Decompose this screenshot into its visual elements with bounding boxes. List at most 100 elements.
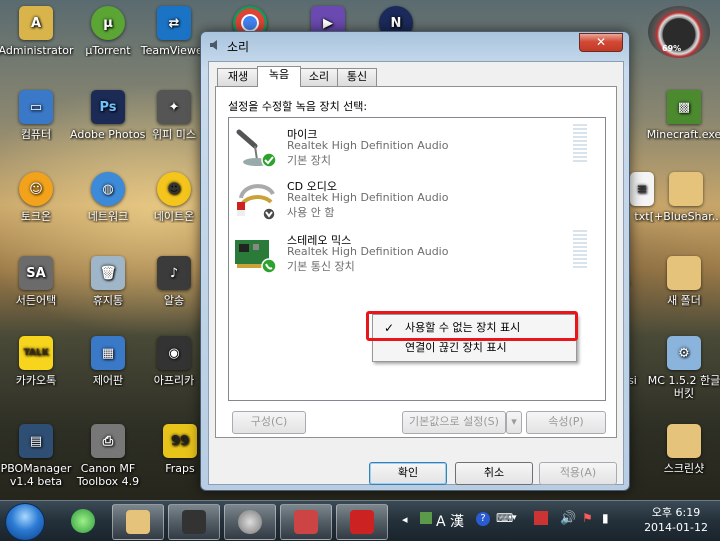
taskbar-app-afreeca[interactable] (168, 504, 220, 540)
device-status: 기본 장치 (287, 154, 331, 167)
close-button[interactable]: ✕ (579, 33, 623, 52)
device-driver: Realtek High Definition Audio (287, 139, 449, 152)
minecraft-icon: ▩ (667, 90, 701, 124)
help-icon[interactable]: ? (476, 512, 490, 526)
tray-app-icon[interactable] (420, 512, 432, 524)
tab-communications[interactable]: 통신 (337, 68, 377, 86)
fraps-icon: 99 (163, 424, 197, 458)
menu-item-show-disconnected[interactable]: 연결이 끊긴 장치 표시 (375, 338, 572, 358)
sound-card-icon (235, 240, 277, 274)
network-icon[interactable]: ▮ (602, 511, 609, 525)
folder-icon (126, 510, 150, 534)
tab-recording[interactable]: 녹음 (257, 66, 301, 87)
tab-sounds[interactable]: 소리 (299, 68, 339, 86)
sound-dialog: 소리 ✕ 재생 녹음 소리 통신 설정을 수정할 녹음 장치 선택: 마이크 R… (200, 31, 630, 491)
folder-icon (667, 424, 701, 458)
ime-options-icon[interactable]: ▾ (512, 513, 517, 523)
desktop-icon-kakaotalk[interactable]: TALK 카카오톡 (0, 336, 74, 387)
desktop-icon-network[interactable]: ◍ 네트워크 (70, 172, 146, 223)
recording-panel: 설정을 수정할 녹음 장치 선택: 마이크 Realtek High Defin… (215, 86, 617, 438)
scissors-icon (294, 510, 318, 534)
device-status: 사용 안 함 (287, 206, 335, 219)
utorrent-icon: µ (91, 6, 125, 40)
pbomanager-icon: ▤ (19, 424, 53, 458)
desktop-icon-computer[interactable]: ▭ 컴퓨터 (0, 90, 74, 141)
brush-icon (350, 510, 374, 534)
dialog-client: 재생 녹음 소리 통신 설정을 수정할 녹음 장치 선택: 마이크 Realte… (208, 61, 624, 485)
clock-date: 2014-01-12 (644, 521, 708, 534)
tab-playback[interactable]: 재생 (217, 68, 259, 86)
configure-button[interactable]: 구성(C) (232, 411, 306, 434)
desktop-icon-mc152[interactable]: ⚙ MC 1.5.2 한글버킷 (646, 336, 720, 400)
microphone-icon (236, 129, 277, 168)
title-bar[interactable]: 소리 ✕ (201, 32, 629, 58)
speaker-icon (238, 510, 262, 534)
computer-icon: ▭ (19, 90, 53, 124)
desktop-icon-talkon[interactable]: ☺ 토크온 (0, 172, 74, 223)
control-panel-icon: ▦ (91, 336, 125, 370)
close-icon: ✕ (595, 35, 607, 49)
device-microphone[interactable]: 마이크 Realtek High Definition Audio 기본 장치 (233, 124, 593, 174)
level-meter (573, 124, 587, 164)
speaker-icon (210, 40, 217, 50)
device-driver: Realtek High Definition Audio (287, 191, 449, 204)
desktop-icon-pbomanager[interactable]: ▤ PBOManager v1.4 beta (0, 424, 74, 488)
desktop-icon-utorrent[interactable]: µ µTorrent (70, 6, 146, 57)
chevron-down-icon: ▾ (511, 415, 517, 428)
desktop-icon-photoshop[interactable]: PsAdobe Photosho... (70, 90, 146, 141)
start-button[interactable] (5, 503, 45, 541)
alsong-icon: ♪ (157, 256, 191, 290)
taskbar-app-snipping[interactable] (280, 504, 332, 540)
desktop-icon-new-folder[interactable]: 새 폴더 (646, 256, 720, 307)
cpu-gauge-gadget[interactable]: 69% (648, 6, 710, 58)
clock-time: 오후 6:19 (651, 506, 701, 519)
afreeca-icon (182, 510, 206, 534)
nateon-icon: ☻ (157, 172, 191, 206)
afreeca-icon: ◉ (157, 336, 191, 370)
set-default-button[interactable]: 기본값으로 설정(S) (402, 411, 506, 434)
desktop-icon-blueshare[interactable]: [+BlueShar... (648, 172, 720, 223)
recycle-bin-icon: 🗑 (91, 256, 125, 290)
level-meter (573, 230, 587, 270)
taskbar-app-explorer[interactable] (112, 504, 164, 540)
desktop-icon-canon-toolbox[interactable]: ⎙ Canon MF Toolbox 4.9 (70, 424, 146, 488)
user-folder-icon: A (19, 6, 53, 40)
volume-icon[interactable]: 🔊 (560, 511, 576, 526)
desktop-icon-recycle-bin[interactable]: 🗑 휴지통 (70, 256, 146, 307)
apply-button[interactable]: 적용(A) (539, 462, 617, 485)
taskbar-app-messenger[interactable] (58, 504, 108, 538)
cancel-button[interactable]: 취소 (455, 462, 533, 485)
desktop-icon-suddenattack[interactable]: SA 서든어택 (0, 256, 74, 307)
device-stereo-mix[interactable]: 스테레오 믹스 Realtek High Definition Audio 기본… (233, 230, 593, 280)
dialog-title: 소리 (227, 40, 250, 54)
device-driver: Realtek High Definition Audio (287, 245, 449, 258)
tray-paint-icon[interactable] (534, 511, 548, 525)
tray-expand-icon[interactable]: ◂ (402, 513, 408, 526)
network-globe-icon: ◍ (91, 172, 125, 206)
clock[interactable]: 오후 6:19 2014-01-12 (644, 505, 708, 535)
device-status: 기본 통신 장치 (287, 260, 355, 273)
set-default-dropdown[interactable]: ▾ (506, 411, 522, 434)
highlight-box (366, 311, 578, 341)
suddenattack-icon: SA (19, 256, 53, 290)
action-center-icon[interactable]: ⚑ (582, 511, 593, 525)
device-cd-audio[interactable]: CD 오디오 Realtek High Definition Audio 사용 … (233, 176, 593, 226)
taskbar-app-paint[interactable] (336, 504, 388, 540)
system-tray: ◂ A 漢 ? ⌨ ▾ 🔊 ⚑ ▮ 오후 6:19 2014-01-12 (400, 501, 720, 541)
ok-button[interactable]: 확인 (369, 462, 447, 485)
taskbar-app-sound[interactable] (224, 504, 276, 540)
teamviewer-icon: ⇄ (157, 6, 191, 40)
photoshop-icon: Ps (91, 90, 125, 124)
desktop-icon-administrator[interactable]: A Administrator (0, 6, 74, 57)
transformer-icon: ✦ (157, 90, 191, 124)
folder-icon (669, 172, 703, 206)
printer-icon: ⎙ (91, 424, 125, 458)
kakaotalk-icon: TALK (19, 336, 53, 370)
desktop-icon-control-panel[interactable]: ▦ 제어판 (70, 336, 146, 387)
desktop-icon-screenshots[interactable]: 스크린샷 (646, 424, 720, 475)
properties-button[interactable]: 속성(P) (526, 411, 606, 434)
desktop-icon-minecraft[interactable]: ▩ Minecraft.exe (646, 90, 720, 141)
keyboard-icon[interactable]: ⌨ (496, 511, 513, 525)
smiley-icon: ☺ (19, 172, 53, 206)
ime-indicator[interactable]: A 漢 (436, 511, 464, 531)
